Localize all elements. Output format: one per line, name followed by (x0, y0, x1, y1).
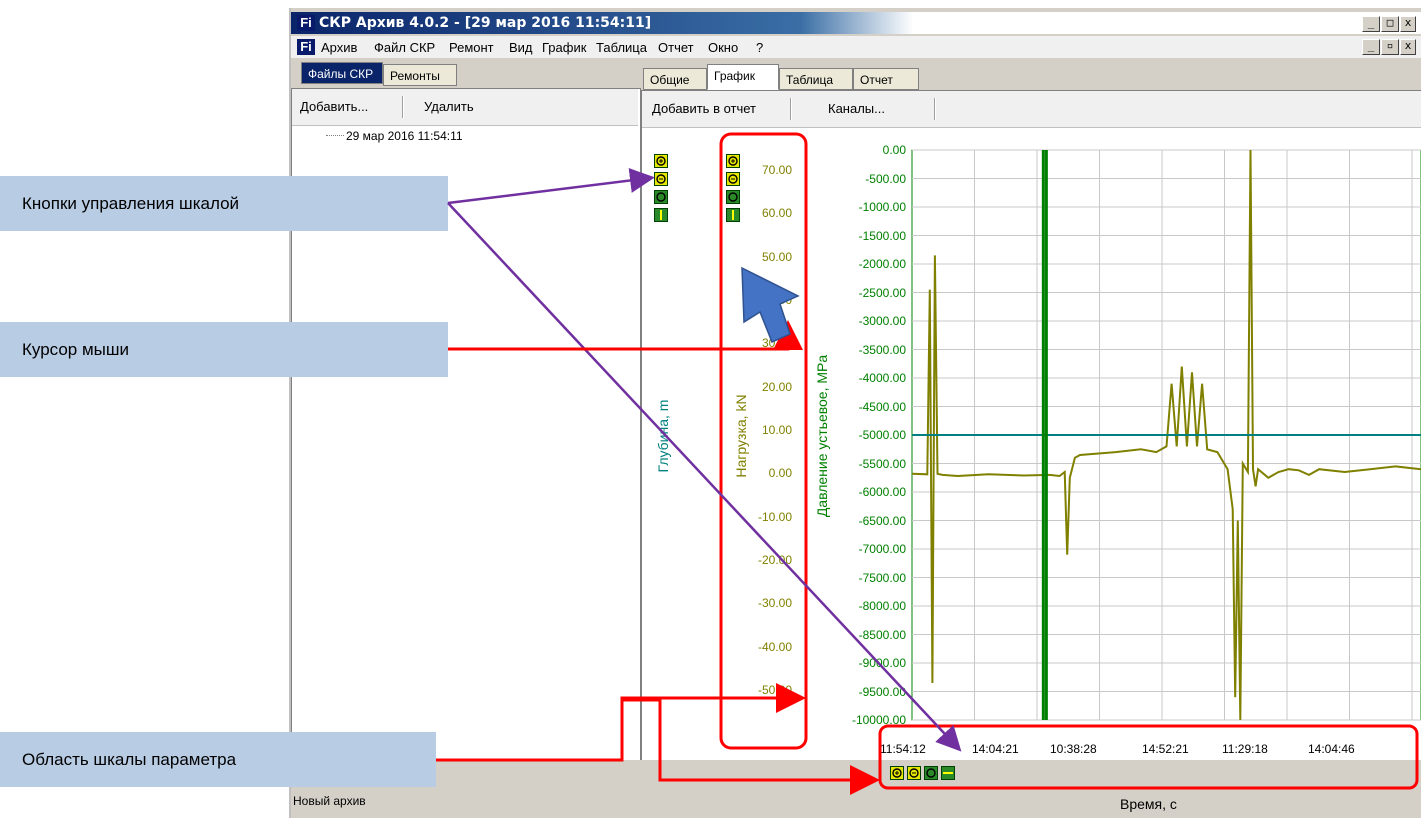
pressure-tick-label: -7000.00 (858, 542, 906, 556)
time-tick-label: 14:04:21 (972, 742, 1019, 756)
zoom-out-icon[interactable] (907, 766, 921, 780)
zoom-out-icon[interactable] (654, 172, 668, 186)
zoom-reset-icon[interactable] (924, 766, 938, 780)
load-tick-label: -30.00 (757, 596, 792, 611)
callout-mouse-cursor: Курсор мыши (0, 322, 448, 377)
time-tick-label: 11:54:12 (880, 742, 926, 756)
pressure-tick-label: -500.00 (865, 171, 906, 186)
zoom-out-icon[interactable] (726, 172, 740, 186)
pressure-tick-label: -1500.00 (858, 228, 906, 243)
time-tick-label: 14:52:21 (1142, 742, 1189, 756)
load-tick-label: -40.00 (757, 639, 792, 654)
time-tick-label: 14:04:46 (1308, 742, 1355, 756)
pressure-tick-label: -4500.00 (858, 399, 906, 414)
pressure-tick-label: -3000.00 (858, 314, 906, 328)
load-tick-label: 60.00 (761, 206, 792, 221)
zoom-in-icon[interactable] (726, 154, 740, 168)
load-tick-label: -50.00 (757, 683, 792, 697)
pressure-tick-label: -7500.00 (858, 570, 906, 585)
pressure-tick-label: -8500.00 (858, 627, 906, 642)
pressure-tick-label: -1000.00 (858, 200, 906, 214)
pressure-tick-label: -6500.00 (858, 513, 906, 528)
chart-canvas (911, 149, 1421, 721)
load-tick-label: 30.00 (761, 336, 792, 351)
load-tick-label: 70.00 (761, 163, 792, 177)
load-tick-label: 50.00 (761, 249, 792, 264)
pressure-tick-label: -3500.00 (858, 342, 906, 357)
pressure-tick-label: 0.00 (882, 143, 906, 157)
zoom-reset-icon[interactable] (726, 190, 740, 204)
zoom-in-icon[interactable] (890, 766, 904, 780)
pressure-tick-label: -5500.00 (858, 456, 906, 471)
pressure-tick-label: -4000.00 (858, 371, 906, 385)
fit-horizontal-icon[interactable] (941, 766, 955, 780)
load-tick-label: 10.00 (761, 423, 792, 437)
callout-scale-area: Область шкалы параметра (0, 732, 436, 787)
load-tick-label: 20.00 (761, 379, 792, 394)
time-tick-label: 10:38:28 (1050, 742, 1097, 756)
pressure-tick-label: -10000.00 (851, 713, 906, 727)
time-tick-label: 11:29:18 (1222, 742, 1268, 756)
load-tick-label: -10.00 (757, 509, 792, 524)
load-tick-label: 40.00 (761, 293, 792, 307)
load-tick-label: -20.00 (757, 553, 792, 567)
pressure-tick-label: -9500.00 (858, 684, 906, 699)
pressure-tick-label: -8000.00 (858, 599, 906, 613)
pressure-tick-label: -2500.00 (858, 285, 906, 300)
pressure-tick-label: -6000.00 (858, 485, 906, 499)
pressure-tick-label: -5000.00 (858, 428, 906, 442)
pressure-tick-label: -2000.00 (858, 257, 906, 271)
load-tick-label: 0.00 (768, 466, 792, 481)
depth-axis-title: Глубина, m (655, 399, 671, 473)
zoom-in-icon[interactable] (654, 154, 668, 168)
time-axis-title: Время, с (1120, 796, 1177, 812)
fit-vertical-icon[interactable] (726, 208, 740, 222)
zoom-reset-icon[interactable] (654, 190, 668, 204)
fit-vertical-icon[interactable] (654, 208, 668, 222)
callout-scale-buttons: Кнопки управления шкалой (0, 176, 448, 231)
pressure-tick-label: -9000.00 (858, 656, 906, 670)
